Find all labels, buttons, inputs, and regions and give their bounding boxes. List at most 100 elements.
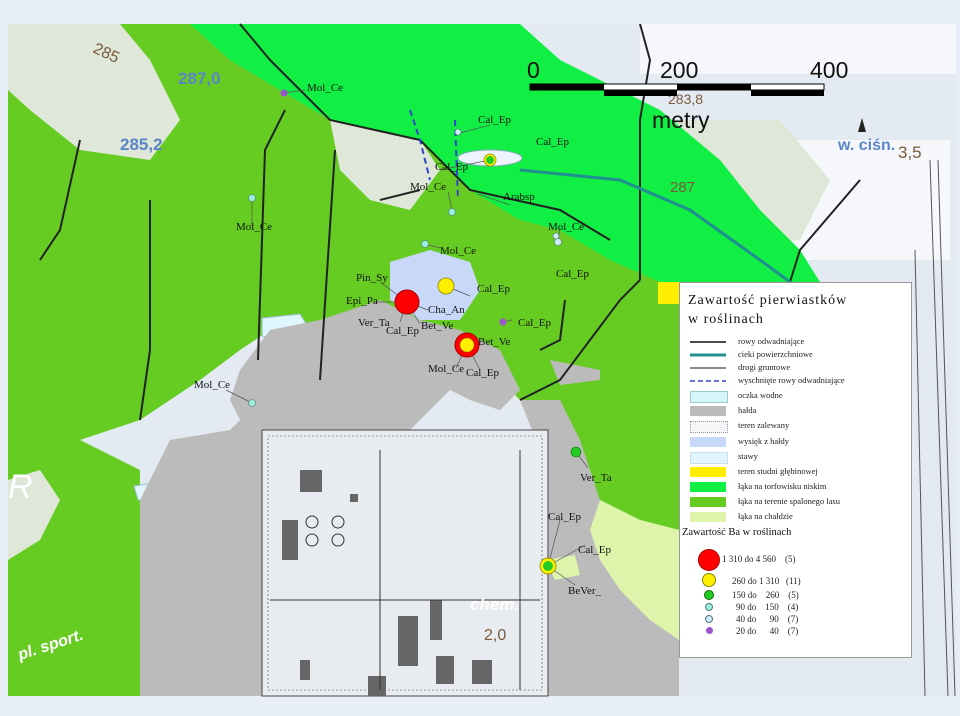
swatch-icon [690,437,726,447]
elevation-287-0: 287,0 [178,69,221,88]
legend-item-label: drogi gruntowe [738,362,791,372]
sample-lightblue-1[interactable] [554,238,562,246]
label-water-pressure: w. ciśn. [837,137,895,154]
circle-icon [704,590,714,600]
swatch-icon [690,467,726,477]
sample-label: Mol_Ce [410,181,446,193]
swatch-icon [690,391,728,403]
sample-label: Ver_Ta [580,472,612,484]
legend-ba-title: Zawartość Ba w roślinach [682,527,792,538]
sample-label: Arabsp [503,191,535,203]
elevation-285-2: 285,2 [120,135,163,154]
sample-green-3[interactable] [543,561,553,571]
sample-green-5[interactable] [570,446,582,458]
scale-unit: metry [652,107,710,133]
legend-item-label: stawy [738,451,758,461]
sample-cyan-3[interactable] [421,240,429,248]
scale-tick-0: 0 [527,57,540,83]
sample-label: Mol_Ce [548,221,584,233]
legend-item-label: cieki powierzchniowe [738,349,813,359]
sample-label: Cal_Ep [477,283,510,295]
sample-cyan-1[interactable] [248,194,256,202]
well-area [658,282,679,304]
sample-label: Cal_Ep [466,367,499,379]
swatch-icon [690,421,728,433]
black-line-icon [690,341,726,343]
sample-label: Cha_An [428,304,465,316]
sample-label: Mol_Ce [307,82,343,94]
legend-title-line1: Zawartość pierwiastków [688,293,848,308]
sample-label: Bet_Ve [421,320,454,332]
legend-ba-label: 40 do 90 (7) [736,614,799,624]
legend-ba-class: 20 do 40 (7) [680,625,913,637]
sample-label: Pin_Sy [356,272,388,284]
scale-tick-200: 200 [660,57,698,83]
legend-title-line2: w roślinach [688,312,764,327]
sample-label: Mol_Ce [428,363,464,375]
legend-item-label: łąka na chałdzie [738,511,793,521]
sample-red-1[interactable] [394,289,420,315]
legend-item-label: łąka na torfowisku niskim [738,481,827,491]
legend-item-label: wysięk z hałdy [738,436,789,446]
dashed-line-icon [690,380,726,382]
legend-ba-label: 90 do 150 (4) [736,602,799,612]
sample-lightblue-3[interactable] [454,128,462,136]
swatch-icon [690,497,726,507]
swatch-icon [690,406,726,416]
legend-item-label: oczka wodne [738,390,783,400]
swatch-icon [690,452,728,464]
sample-label: BeVer_ [568,585,601,597]
sample-label: Bet_Ve [478,336,511,348]
circle-icon [705,615,713,623]
sample-label: Cal_Ep [518,317,551,329]
map-legend: Zawartość pierwiastków w roślinach rowy … [679,282,912,658]
legend-ba-class: 90 do 150 (4) [680,601,913,613]
swatch-icon [690,512,726,522]
elevation-287: 287 [670,179,695,196]
sample-label: Epi_Pa [346,295,378,307]
sample-label: Cal_Ep [578,544,611,556]
sample-label: Cal_Ep [536,136,569,148]
sample-cyan-2[interactable] [448,208,456,216]
sample-yellow-2[interactable] [459,337,475,353]
sample-purple-1[interactable] [280,89,288,97]
sample-label: Mol_Ce [194,379,230,391]
legend-ba-class: 260 do 1 310 (11) [680,573,913,587]
sample-label: Mol_Ce [236,221,272,233]
sample-green-4[interactable] [486,156,494,164]
scale-tick-400: 400 [810,57,848,83]
elevation-2-0: 2,0 [484,627,506,644]
circle-icon [705,603,713,611]
teal-line-icon [690,353,726,357]
elevation-3-5: 3,5 [898,143,922,162]
legend-ba-label: 20 do 40 (7) [736,626,799,636]
legend-ba-class: 1 310 do 4 560 (5) [680,547,913,571]
thin-line-icon [690,367,726,369]
sample-label: Ver_Ta [358,317,390,329]
legend-ba-label: 150 do 260 (5) [732,590,799,600]
legend-item-label: teren studni głębinowej [738,466,818,476]
legend-title: Zawartość pierwiastków w roślinach [688,291,847,329]
legend-ba-class: 150 do 260 (5) [680,589,913,601]
sample-yellow-1[interactable] [437,277,455,295]
sample-lightblue-2[interactable] [552,232,560,240]
legend-item-label: teren zalewany [738,420,790,430]
legend-item-label: hałda [738,405,757,415]
sample-label: Cal_Ep [435,161,468,173]
label-r: R [8,468,33,506]
sample-label: Cal_Ep [478,114,511,126]
sample-label: Cal_Ep [556,268,589,280]
circle-icon [706,627,713,634]
sample-label: Cal_Ep [548,511,581,523]
circle-icon [698,549,720,571]
sample-cyan-4[interactable] [248,399,256,407]
legend-ba-class: 40 do 90 (7) [680,613,913,625]
legend-item-label: łąka na terenie spalonego lasu [738,496,840,506]
legend-ba-label: 260 do 1 310 (11) [732,576,801,586]
sample-purple-2[interactable] [499,318,507,326]
legend-ba-label: 1 310 do 4 560 (5) [722,554,796,564]
sample-label: Cal_Ep [386,325,419,337]
label-chem: chem. [470,595,519,614]
chemical-plant [261,429,549,697]
legend-item-label: wyschnięte rowy odwadniające [738,375,845,385]
